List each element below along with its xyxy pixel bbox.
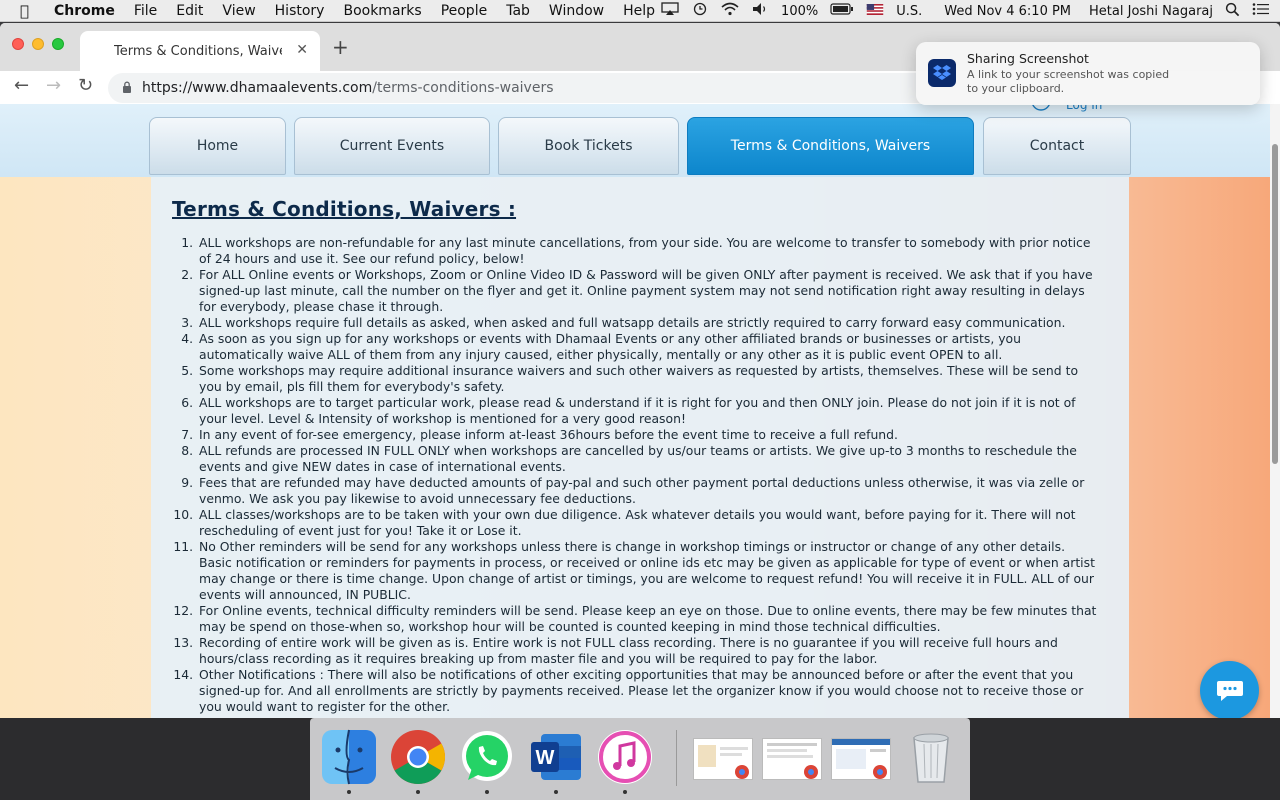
- login-link[interactable]: Log In: [1030, 104, 1102, 113]
- minimized-window-2[interactable]: [762, 738, 822, 780]
- flag-us-icon[interactable]: [866, 3, 884, 19]
- itunes-icon[interactable]: [596, 728, 654, 794]
- notification-banner[interactable]: Sharing Screenshot A link to your screen…: [916, 42, 1260, 105]
- apple-menu-icon[interactable]: : [20, 2, 36, 20]
- chat-widget-button[interactable]: [1200, 661, 1259, 718]
- term-item-11: No Other reminders will be send for any …: [197, 539, 1097, 603]
- nav-terms-waivers[interactable]: Terms & Conditions, Waivers: [687, 117, 974, 175]
- tab-title: Terms & Conditions, Waivers | D: [114, 43, 282, 59]
- forward-arrow-icon[interactable]: →: [46, 75, 61, 96]
- time-machine-icon[interactable]: [691, 2, 709, 20]
- nav-home[interactable]: Home: [149, 117, 286, 175]
- dock: W: [310, 718, 970, 800]
- notification-body: A link to your screenshot was copied to …: [967, 68, 1170, 95]
- chat-icon: [1216, 680, 1243, 701]
- page-scrollbar[interactable]: [1270, 104, 1280, 718]
- spotlight-icon[interactable]: [1225, 2, 1240, 21]
- menu-edit[interactable]: Edit: [176, 3, 203, 19]
- clock[interactable]: Wed Nov 4 6:10 PM: [944, 4, 1071, 19]
- menu-people[interactable]: People: [441, 3, 488, 19]
- terms-content: Terms & Conditions, Waivers : ALL worksh…: [151, 177, 1129, 718]
- running-indicator: [554, 790, 558, 794]
- term-item-4: As soon as you sign up for any workshops…: [197, 331, 1097, 363]
- close-window-button[interactable]: [12, 38, 24, 50]
- battery-percent: 100%: [781, 3, 819, 19]
- page-viewport: Log In Home Current Events Book Tickets …: [0, 104, 1270, 718]
- menu-file[interactable]: File: [134, 3, 157, 19]
- back-arrow-icon[interactable]: ←: [14, 75, 29, 96]
- notification-title: Sharing Screenshot: [967, 51, 1089, 66]
- menu-bar:  Chrome File Edit View History Bookmark…: [0, 0, 1280, 22]
- lock-icon[interactable]: [122, 81, 132, 96]
- word-icon[interactable]: W: [527, 728, 585, 794]
- menu-history[interactable]: History: [275, 3, 325, 19]
- term-item-5: Some workshops may require additional in…: [197, 363, 1097, 395]
- terms-list: ALL workshops are non-refundable for any…: [197, 235, 1097, 715]
- running-indicator: [347, 790, 351, 794]
- user-name[interactable]: Hetal Joshi Nagaraj: [1089, 4, 1213, 19]
- term-item-7: In any event of for-see emergency, pleas…: [197, 427, 1097, 443]
- minimize-window-button[interactable]: [32, 38, 44, 50]
- nav-current-events[interactable]: Current Events: [294, 117, 490, 175]
- login-label: Log In: [1066, 104, 1103, 112]
- svg-text:W: W: [536, 747, 555, 769]
- url-path: /terms-conditions-waivers: [372, 80, 554, 96]
- menu-app-name[interactable]: Chrome: [54, 3, 115, 19]
- status-area: 100% U.S. Wed Nov 4 6:10 PM Hetal Joshi …: [649, 0, 1270, 22]
- volume-icon[interactable]: [751, 2, 769, 20]
- reload-icon[interactable]: ↻: [78, 75, 93, 96]
- airplay-icon[interactable]: [661, 2, 679, 20]
- running-indicator: [623, 790, 627, 794]
- running-indicator: [485, 790, 489, 794]
- nav-contact[interactable]: Contact: [983, 117, 1131, 175]
- trash-icon[interactable]: [902, 728, 960, 786]
- new-tab-button[interactable]: +: [332, 35, 349, 59]
- input-source[interactable]: U.S.: [896, 4, 922, 19]
- tab-close-icon[interactable]: ✕: [296, 42, 308, 58]
- term-item-13: Recording of entire work will be given a…: [197, 635, 1097, 667]
- dock-separator: [676, 730, 677, 786]
- wifi-icon[interactable]: [721, 2, 739, 20]
- running-indicator: [416, 790, 420, 794]
- tab-active[interactable]: Terms & Conditions, Waivers | D ✕: [80, 31, 320, 71]
- menu-bookmarks[interactable]: Bookmarks: [343, 3, 421, 19]
- url-host: https://www.dhamaalevents.com: [142, 80, 373, 96]
- menu-view[interactable]: View: [222, 3, 255, 19]
- term-item-8: ALL refunds are processed IN FULL ONLY w…: [197, 443, 1097, 475]
- minimized-window-3[interactable]: [831, 738, 891, 780]
- window-controls: [12, 38, 72, 50]
- scrollbar-thumb[interactable]: [1272, 144, 1278, 464]
- menu-window[interactable]: Window: [549, 3, 604, 19]
- finder-icon[interactable]: [320, 728, 378, 794]
- page-title: Terms & Conditions, Waivers :: [172, 197, 517, 221]
- term-item-3: ALL workshops require full details as as…: [197, 315, 1097, 331]
- chrome-icon[interactable]: [389, 728, 447, 794]
- zoom-window-button[interactable]: [52, 38, 64, 50]
- term-item-12: For Online events, technical difficulty …: [197, 603, 1097, 635]
- menu-tab[interactable]: Tab: [506, 3, 530, 19]
- notification-center-icon[interactable]: [1252, 2, 1270, 20]
- minimized-window-1[interactable]: [693, 738, 753, 780]
- term-item-10: ALL classes/workshops are to be taken wi…: [197, 507, 1097, 539]
- dropbox-icon: [928, 59, 956, 87]
- user-avatar-icon: [1031, 104, 1051, 111]
- whatsapp-icon[interactable]: [458, 728, 516, 794]
- term-item-1: ALL workshops are non-refundable for any…: [197, 235, 1097, 267]
- term-item-9: Fees that are refunded may have deducted…: [197, 475, 1097, 507]
- term-item-14: Other Notifications : There will also be…: [197, 667, 1097, 715]
- term-item-6: ALL workshops are to target particular w…: [197, 395, 1097, 427]
- term-item-2: For ALL Online events or Workshops, Zoom…: [197, 267, 1097, 315]
- nav-book-tickets[interactable]: Book Tickets: [498, 117, 679, 175]
- battery-icon[interactable]: [830, 2, 854, 20]
